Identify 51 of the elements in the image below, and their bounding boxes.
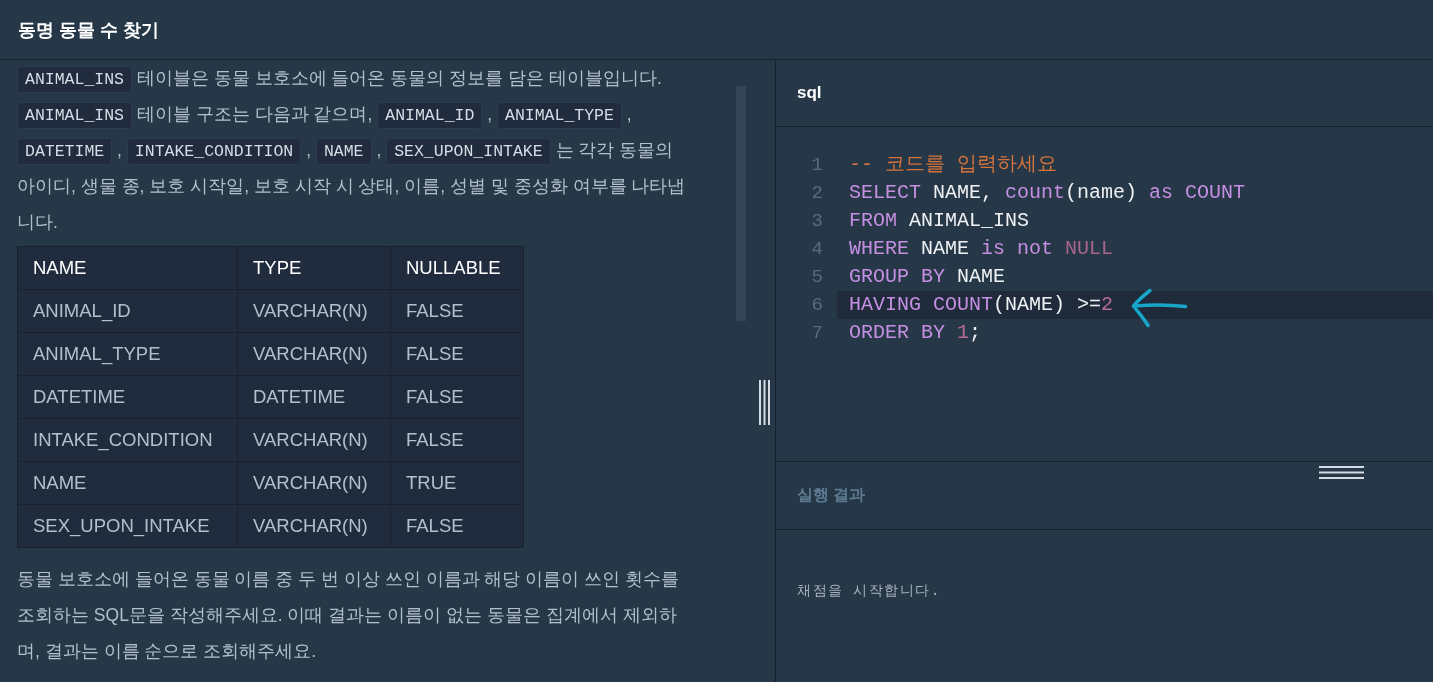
column-header: TYPE (237, 246, 391, 290)
code-line: FROM ANIMAL_INS (848, 208, 1031, 234)
code-line: GROUP BY NAME (848, 264, 1007, 290)
table-cell: FALSE (390, 332, 524, 376)
table-cell: DATETIME (237, 375, 391, 419)
description-text: 는 각각 동물의 (555, 140, 674, 160)
table-cell: FALSE (390, 504, 524, 548)
column-header: NULLABLE (390, 246, 524, 290)
table-cell: VARCHAR(N) (237, 332, 391, 376)
table-cell: ANIMAL_ID (17, 289, 238, 333)
code-line: WHERE NAME is not NULL (848, 236, 1115, 262)
language-label: sql (797, 83, 822, 103)
drag-handle-icon[interactable] (1319, 466, 1364, 479)
result-output: 채점을 시작합니다. (797, 582, 941, 598)
table-cell: VARCHAR(N) (237, 418, 391, 462)
inline-code: ANIMAL_INS (17, 102, 133, 129)
table-cell: FALSE (390, 289, 524, 333)
inline-code: NAME (315, 138, 372, 165)
code-line: ORDER BY 1; (848, 320, 983, 346)
result-title: 실행 결과 (797, 485, 866, 505)
description-text: , (487, 104, 493, 124)
description-text: 테이블은 동물 보호소에 들어온 동물의 정보를 담은 테이블입니다. (136, 68, 662, 88)
page-title: 동명 동물 수 찾기 (18, 18, 159, 42)
table-cell: VARCHAR(N) (237, 504, 391, 548)
table-cell: FALSE (390, 418, 524, 462)
inline-code: SEX_UPON_INTAKE (386, 138, 551, 165)
table-cell: DATETIME (17, 375, 238, 419)
inline-code: INTAKE_CONDITION (126, 138, 302, 165)
code-line: -- 코드를 입력하세요 (848, 152, 1058, 178)
inline-code: ANIMAL_ID (377, 102, 483, 129)
description-text: , (376, 140, 382, 160)
inline-code: ANIMAL_TYPE (497, 102, 622, 129)
table-cell: VARCHAR(N) (237, 461, 391, 505)
description-text: , (306, 140, 312, 160)
table-cell: VARCHAR(N) (237, 289, 391, 333)
table-cell: SEX_UPON_INTAKE (17, 504, 238, 548)
table-cell: TRUE (390, 461, 524, 505)
column-header: NAME (17, 246, 238, 290)
inline-code: ANIMAL_INS (17, 66, 133, 93)
description-text: 테이블 구조는 다음과 같으며, (136, 104, 373, 124)
table-cell: INTAKE_CONDITION (17, 418, 238, 462)
code-line: SELECT NAME, count(name) as COUNT (848, 180, 1247, 206)
table-cell: ANIMAL_TYPE (17, 332, 238, 376)
table-cell: NAME (17, 461, 238, 505)
description-text: , (626, 104, 632, 124)
description-text: 아이디, 생물 종, 보호 시작일, 보호 시작 시 상태, 이름, 성별 및 중성화 여부를 나타냅니다. (17, 175, 687, 234)
description-text: , (117, 140, 122, 160)
inline-code: DATETIME (17, 138, 113, 165)
drag-handle-icon[interactable] (759, 380, 770, 425)
task-description: 동물 보호소에 들어온 동물 이름 중 두 번 이상 쓰인 이름과 해당 이름이 쓰인 횟수를 조회하는 SQL문을 작성해주세요. 이때 결과는 이름이 없는 동물은 집계에서 제외하며, 결과는 이름 순으로 조회해주세요. (17, 568, 681, 663)
table-cell: FALSE (390, 375, 524, 419)
